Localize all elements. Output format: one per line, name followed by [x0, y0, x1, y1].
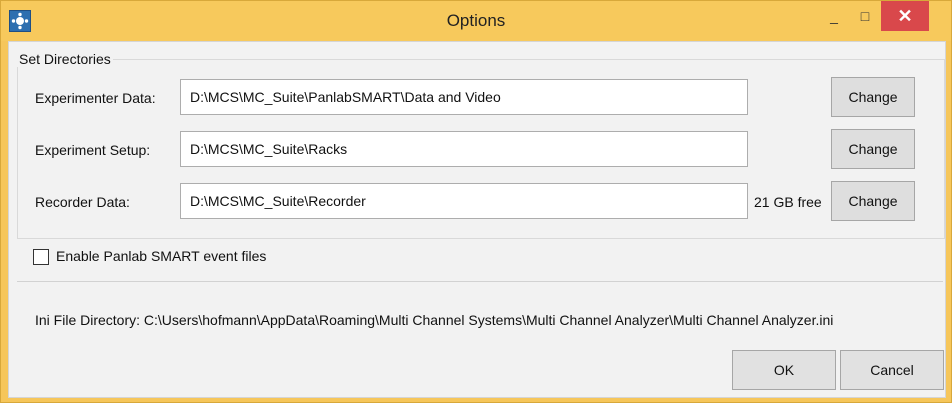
- experimenter-data-label: Experimenter Data:: [35, 90, 156, 106]
- recorder-data-label: Recorder Data:: [35, 194, 130, 210]
- title-bar[interactable]: Options _ □ ✕: [1, 1, 951, 41]
- cancel-button[interactable]: Cancel: [840, 350, 944, 390]
- ini-file-directory: Ini File Directory: C:\Users\hofmann\App…: [35, 312, 834, 328]
- window-title: Options: [446, 11, 506, 30]
- minimize-button[interactable]: _: [820, 1, 848, 31]
- recorder-free-space: 21 GB free: [754, 194, 822, 210]
- enable-panlab-events-label[interactable]: Enable Panlab SMART event files: [56, 248, 266, 264]
- section-divider: [17, 281, 943, 282]
- close-button[interactable]: ✕: [881, 1, 929, 31]
- enable-panlab-events-checkbox[interactable]: [33, 249, 49, 265]
- directories-group-title: Set Directories: [17, 51, 113, 67]
- dialog-content: Set Directories Experimenter Data: D:\MC…: [8, 41, 946, 398]
- experimenter-data-field[interactable]: D:\MCS\MC_Suite\PanlabSMART\Data and Vid…: [180, 79, 748, 115]
- change-experiment-setup-button[interactable]: Change: [831, 129, 915, 169]
- maximize-button[interactable]: □: [851, 1, 879, 31]
- experiment-setup-label: Experiment Setup:: [35, 142, 151, 158]
- ok-button[interactable]: OK: [732, 350, 836, 390]
- change-recorder-data-button[interactable]: Change: [831, 181, 915, 221]
- recorder-data-field[interactable]: D:\MCS\MC_Suite\Recorder: [180, 183, 748, 219]
- options-window: Options _ □ ✕ Set Directories Experiment…: [0, 0, 952, 403]
- experiment-setup-field[interactable]: D:\MCS\MC_Suite\Racks: [180, 131, 748, 167]
- change-experimenter-data-button[interactable]: Change: [831, 77, 915, 117]
